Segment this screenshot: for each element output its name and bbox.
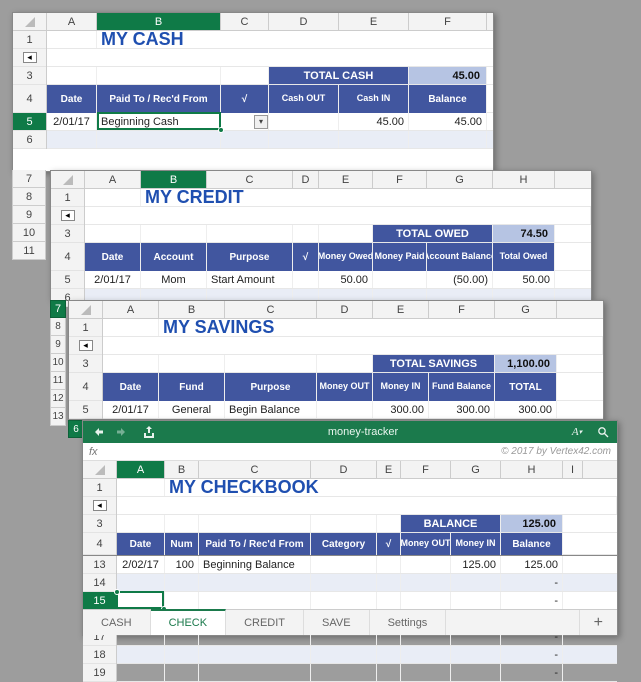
col-E[interactable]: E: [339, 13, 409, 30]
selection-handle[interactable]: [218, 127, 224, 133]
chevron-left-icon: ◂: [23, 52, 37, 63]
selection-handle[interactable]: [114, 589, 120, 595]
col-B[interactable]: B: [97, 13, 221, 30]
hdr-bal: Balance: [409, 85, 487, 113]
cash-sheet: A B C D E F 1 ◂ 3 4 5 6 MY CASH TOTAL CA…: [12, 12, 494, 172]
chevron-left-icon: ◂: [93, 500, 107, 511]
forward-icon[interactable]: [115, 424, 131, 440]
sheet-title: MY CASH: [97, 31, 493, 48]
row-1[interactable]: 1: [13, 31, 46, 49]
hdr-in: Cash IN: [339, 85, 409, 113]
cell-bal[interactable]: 45.00: [409, 113, 487, 130]
select-all[interactable]: [69, 301, 103, 318]
sheet-title: MY CREDIT: [141, 189, 591, 206]
total-value: 45.00: [409, 67, 486, 84]
select-all[interactable]: [13, 13, 47, 30]
share-icon[interactable]: [141, 424, 157, 440]
collapse-row[interactable]: ◂: [13, 49, 46, 67]
cell-paidto[interactable]: Beginning Cash: [97, 113, 221, 130]
hdr-paidto: Paid To / Rec'd From: [97, 85, 221, 113]
dropdown-button[interactable]: ▾: [254, 115, 268, 129]
document-title: money-tracker: [167, 426, 559, 438]
col-header-row: A B C D E F: [13, 13, 493, 31]
total-label: TOTAL SAVINGS: [373, 355, 494, 372]
sheet-title: MY CHECKBOOK: [165, 479, 617, 496]
font-icon[interactable]: A▾: [569, 424, 585, 440]
tab-save[interactable]: SAVE: [304, 610, 370, 635]
cell-out[interactable]: [269, 113, 339, 130]
fx-label: fx: [89, 446, 98, 458]
app-toolbar: money-tracker A▾: [83, 421, 617, 443]
col-C[interactable]: C: [221, 13, 269, 30]
tab-credit[interactable]: CREDIT: [226, 610, 304, 635]
row-5[interactable]: 5: [13, 113, 46, 131]
col-A[interactable]: A: [47, 13, 97, 30]
balance-label: BALANCE: [401, 515, 500, 532]
tab-cash[interactable]: CASH: [83, 610, 151, 635]
row-3[interactable]: 3: [13, 67, 46, 85]
search-icon[interactable]: [595, 424, 611, 440]
copyright: © 2017 by Vertex42.com: [106, 446, 611, 457]
row-numbers-ext1: 7 8 9 10 11: [12, 170, 46, 260]
sheet-tab-bar: CASH CHECK CREDIT SAVE Settings +: [83, 609, 617, 635]
cell-in[interactable]: 45.00: [339, 113, 409, 130]
hdr-check: √: [221, 85, 269, 113]
select-all[interactable]: [83, 461, 117, 478]
credit-sheet: A B C D E F G H 1 ◂ 3 4 5 6 MY CREDIT: [50, 170, 592, 300]
select-all[interactable]: [51, 171, 85, 188]
row-4[interactable]: 4: [13, 85, 46, 113]
row-6[interactable]: 6: [13, 131, 46, 149]
total-value: 1,100.00: [495, 355, 556, 372]
savings-sheet: A B C D E F G 1 ◂ 3 4 5 MY SAVINGS TOTAL…: [68, 300, 604, 420]
checkbook-window: money-tracker A▾ fx © 2017 by Vertex42.c…: [82, 420, 618, 636]
row-numbers-ext2: 7 8 9 10 11 12 13: [50, 300, 66, 426]
col-F[interactable]: F: [409, 13, 487, 30]
cell-date[interactable]: 2/01/17: [47, 113, 97, 130]
hdr-date: Date: [47, 85, 97, 113]
balance-value: 125.00: [501, 515, 562, 532]
sheet-title: MY SAVINGS: [159, 319, 603, 336]
tab-settings[interactable]: Settings: [370, 610, 447, 635]
select-all-icon: [81, 305, 91, 315]
col-D[interactable]: D: [269, 13, 339, 30]
total-label: TOTAL CASH: [269, 67, 408, 84]
tab-check[interactable]: CHECK: [151, 609, 227, 635]
select-all-icon: [95, 465, 105, 475]
back-icon[interactable]: [89, 424, 105, 440]
hdr-out: Cash OUT: [269, 85, 339, 113]
row-numbers: 1 ◂ 3 4 5 6: [13, 31, 47, 149]
chevron-left-icon: ◂: [79, 340, 93, 351]
chevron-left-icon: ◂: [61, 210, 75, 221]
select-all-icon: [25, 17, 35, 27]
formula-bar[interactable]: fx © 2017 by Vertex42.com: [83, 443, 617, 461]
select-all-icon: [63, 175, 73, 185]
total-label: TOTAL OWED: [373, 225, 492, 242]
add-sheet-button[interactable]: +: [579, 610, 617, 635]
total-value: 74.50: [493, 225, 554, 242]
